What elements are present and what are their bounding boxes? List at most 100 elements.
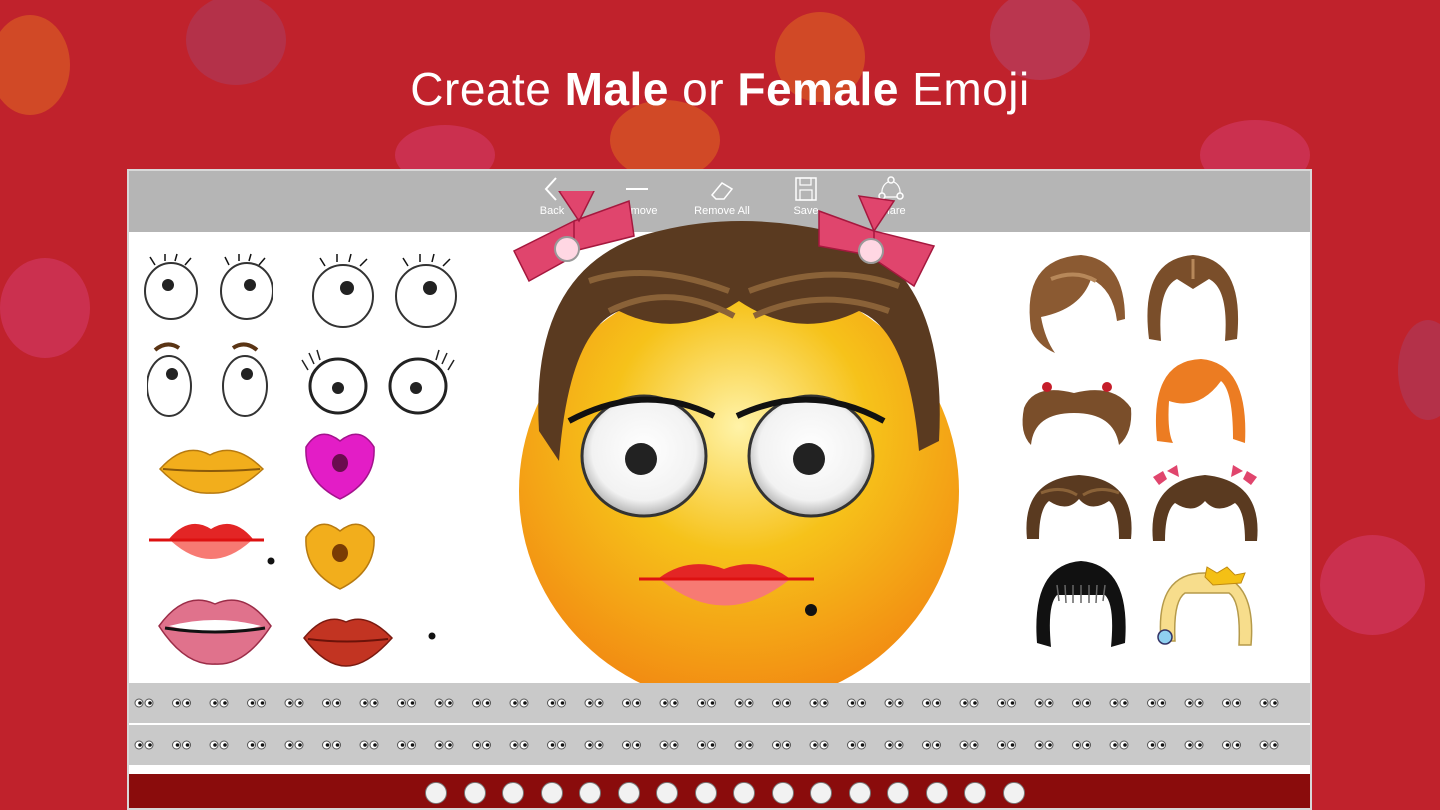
category-button[interactable] <box>694 782 717 804</box>
strip-eyes-item[interactable] <box>547 740 566 750</box>
hair-item[interactable] <box>1151 561 1261 661</box>
lips-item[interactable] <box>155 433 270 503</box>
hair-item[interactable] <box>1149 351 1249 451</box>
strip-eyes-item[interactable] <box>809 698 829 708</box>
strip-eyes-item[interactable] <box>922 740 941 750</box>
eyes-item[interactable] <box>300 348 460 418</box>
category-button[interactable] <box>848 782 871 804</box>
strip-eyes-item[interactable] <box>1147 698 1166 708</box>
category-button[interactable] <box>540 782 563 804</box>
strip-eyes-item[interactable] <box>922 698 941 708</box>
hair-item[interactable] <box>1145 461 1267 551</box>
category-button[interactable] <box>502 782 524 804</box>
strip-eyes-item[interactable] <box>734 698 754 708</box>
strip-eyes-item[interactable] <box>547 698 566 708</box>
strip-eyes-item[interactable] <box>322 740 341 750</box>
category-button[interactable] <box>579 782 601 804</box>
strip-eyes-item[interactable] <box>434 698 454 708</box>
strip-eyes-item[interactable] <box>772 740 791 750</box>
hair-item[interactable] <box>1139 249 1247 349</box>
headline-text: or <box>668 63 738 115</box>
strip-eyes-item[interactable] <box>172 698 191 708</box>
strip-eyes-item[interactable] <box>884 698 904 708</box>
category-button[interactable] <box>617 782 640 804</box>
category-button[interactable] <box>733 782 755 804</box>
strip-eyes-item[interactable] <box>172 740 191 750</box>
strip-eyes-item[interactable] <box>697 698 716 708</box>
category-button[interactable] <box>425 782 447 804</box>
lips-item[interactable] <box>300 425 380 505</box>
category-button[interactable] <box>771 782 794 804</box>
category-button[interactable] <box>964 782 986 804</box>
strip-eyes-item[interactable] <box>1184 740 1204 750</box>
strip-eyes-item[interactable] <box>247 698 266 708</box>
strip-row <box>134 698 1279 708</box>
strip-eyes-item[interactable] <box>772 698 791 708</box>
strip-eyes-item[interactable] <box>622 698 641 708</box>
strip-eyes-item[interactable] <box>1109 740 1129 750</box>
strip-eyes-item[interactable] <box>247 740 266 750</box>
hair-item[interactable] <box>1021 469 1139 549</box>
strip-eyes-item[interactable] <box>509 740 529 750</box>
strip-eyes-item[interactable] <box>1109 698 1129 708</box>
strip-eyes-item[interactable] <box>734 740 754 750</box>
strip-eyes-item[interactable] <box>284 740 304 750</box>
strip-eyes-item[interactable] <box>584 740 604 750</box>
strip-eyes-item[interactable] <box>284 698 304 708</box>
strip-eyes-item[interactable] <box>959 698 979 708</box>
background-emoji <box>1398 320 1440 420</box>
category-button[interactable] <box>810 782 832 804</box>
category-button[interactable] <box>463 782 486 804</box>
strip-eyes-item[interactable] <box>472 698 491 708</box>
eyes-item[interactable] <box>143 251 273 321</box>
strip-eyes-item[interactable] <box>359 740 379 750</box>
strip-eyes-item[interactable] <box>997 698 1016 708</box>
strip-eyes-item[interactable] <box>1259 698 1279 708</box>
lips-item[interactable] <box>300 608 460 668</box>
lips-item[interactable] <box>149 511 279 571</box>
hair-item[interactable] <box>1021 249 1129 357</box>
strip-eyes-item[interactable] <box>509 698 529 708</box>
strip-eyes-item[interactable] <box>697 740 716 750</box>
hair-item[interactable] <box>1031 555 1131 655</box>
strip-eyes-item[interactable] <box>397 698 416 708</box>
strip-eyes-item[interactable] <box>472 740 491 750</box>
strip-eyes-item[interactable] <box>434 740 454 750</box>
strip-eyes-item[interactable] <box>584 698 604 708</box>
strip-eyes-item[interactable] <box>884 740 904 750</box>
strip-eyes-item[interactable] <box>1072 698 1091 708</box>
strip-eyes-item[interactable] <box>809 740 829 750</box>
strip-eyes-item[interactable] <box>1184 698 1204 708</box>
strip-eyes-item[interactable] <box>659 740 679 750</box>
strip-eyes-item[interactable] <box>1034 698 1054 708</box>
eyes-item[interactable] <box>310 251 460 331</box>
strip-eyes-item[interactable] <box>134 740 154 750</box>
strip-eyes-item[interactable] <box>847 740 866 750</box>
strip-eyes-item[interactable] <box>1222 698 1241 708</box>
category-button[interactable] <box>887 782 909 804</box>
emoji-canvas[interactable] <box>499 191 999 711</box>
strip-eyes-item[interactable] <box>1222 740 1241 750</box>
strip-eyes-item[interactable] <box>134 698 154 708</box>
strip-eyes-item[interactable] <box>322 698 341 708</box>
category-button[interactable] <box>1002 782 1025 804</box>
strip-eyes-item[interactable] <box>1034 740 1054 750</box>
strip-eyes-item[interactable] <box>397 740 416 750</box>
strip-eyes-item[interactable] <box>209 698 229 708</box>
strip-eyes-item[interactable] <box>1147 740 1166 750</box>
strip-eyes-item[interactable] <box>959 740 979 750</box>
strip-eyes-item[interactable] <box>659 698 679 708</box>
category-button[interactable] <box>925 782 948 804</box>
strip-eyes-item[interactable] <box>997 740 1016 750</box>
eyes-item[interactable] <box>147 338 277 418</box>
strip-eyes-item[interactable] <box>1072 740 1091 750</box>
strip-eyes-item[interactable] <box>1259 740 1279 750</box>
lips-item[interactable] <box>155 588 275 668</box>
strip-eyes-item[interactable] <box>847 698 866 708</box>
lips-item[interactable] <box>300 515 380 595</box>
category-button[interactable] <box>656 782 678 804</box>
strip-eyes-item[interactable] <box>622 740 641 750</box>
hair-item[interactable] <box>1019 373 1139 453</box>
strip-eyes-item[interactable] <box>359 698 379 708</box>
strip-eyes-item[interactable] <box>209 740 229 750</box>
